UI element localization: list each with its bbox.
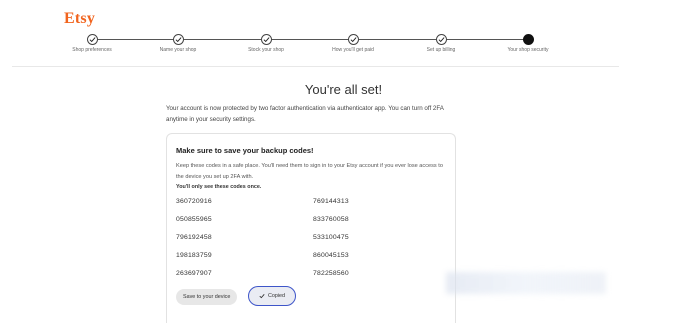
step-4-label: How you'll get paid (332, 47, 374, 53)
step-6-label: Your shop security (507, 47, 549, 53)
backup-code: 050855965 (176, 216, 212, 223)
backup-codes-card: Make sure to save your backup codes! Kee… (166, 133, 456, 323)
backup-code: 263697907 (176, 270, 212, 277)
etsy-logo[interactable]: Etsy (64, 10, 95, 28)
step-3-label: Stock your shop (248, 47, 284, 53)
backup-code: 860045153 (313, 252, 349, 259)
step-3-check-icon (261, 34, 272, 45)
step-6-current-dot (523, 34, 534, 45)
step-1-label: Shop preferences (72, 47, 112, 53)
progress-stepper: Shop preferences Name your shop Stock yo… (0, 30, 687, 56)
intro-text: Your account is now protected by two fac… (166, 105, 444, 123)
check-icon (259, 294, 265, 299)
backup-code: 769144313 (313, 198, 349, 205)
blurred-overlay (446, 272, 606, 294)
backup-codes-description: Keep these codes in a safe place. You'll… (176, 163, 443, 180)
backup-code: 833760058 (313, 216, 349, 223)
step-5-label: Set up billing (426, 47, 456, 53)
backup-codes-title: Make sure to save your backup codes! (176, 146, 314, 155)
backup-code: 533100475 (313, 234, 349, 241)
stepper-line (97, 39, 527, 40)
step-2-label: Name your shop (159, 47, 197, 53)
step-2-check-icon (173, 34, 184, 45)
backup-codes-note: You'll only see these codes once. (176, 184, 262, 190)
save-to-device-button[interactable]: Save to your device (176, 289, 238, 305)
backup-code: 198183759 (176, 252, 212, 259)
step-1-check-icon (87, 34, 98, 45)
copied-label: Copied (267, 293, 286, 299)
backup-code: 782258560 (313, 270, 349, 277)
backup-code: 360720916 (176, 198, 212, 205)
header-divider (12, 66, 619, 67)
copied-button[interactable]: Copied (248, 286, 296, 306)
step-5-check-icon (436, 34, 447, 45)
backup-code: 796192458 (176, 234, 212, 241)
step-4-check-icon (348, 34, 359, 45)
page-title: You're all set! (304, 82, 383, 97)
